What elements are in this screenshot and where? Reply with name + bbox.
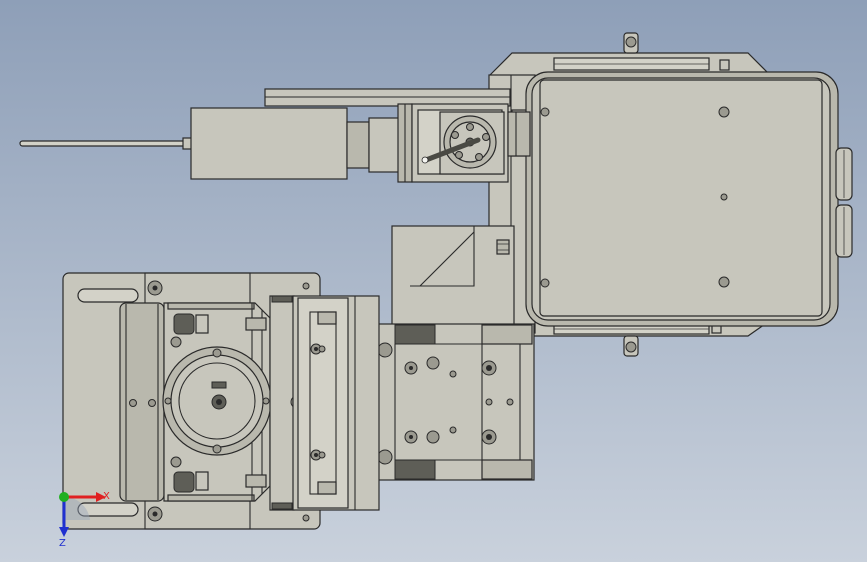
cad-drawing: X Z xyxy=(19,32,853,549)
top-mounting-plate xyxy=(489,32,769,77)
rotary-flange xyxy=(162,346,272,456)
vertical-guide-rail xyxy=(269,295,380,511)
center-column xyxy=(391,225,515,327)
cylinder-body xyxy=(190,103,413,183)
rotary-drum xyxy=(119,302,165,502)
linear-slide-block xyxy=(377,323,535,481)
x-axis-label: X xyxy=(103,491,110,502)
z-axis-label: Z xyxy=(59,538,66,549)
cad-viewport[interactable]: X Z xyxy=(0,0,867,562)
bottom-mounting-plate xyxy=(529,321,770,357)
motor-housing xyxy=(525,71,839,327)
probe-rod xyxy=(19,137,194,150)
